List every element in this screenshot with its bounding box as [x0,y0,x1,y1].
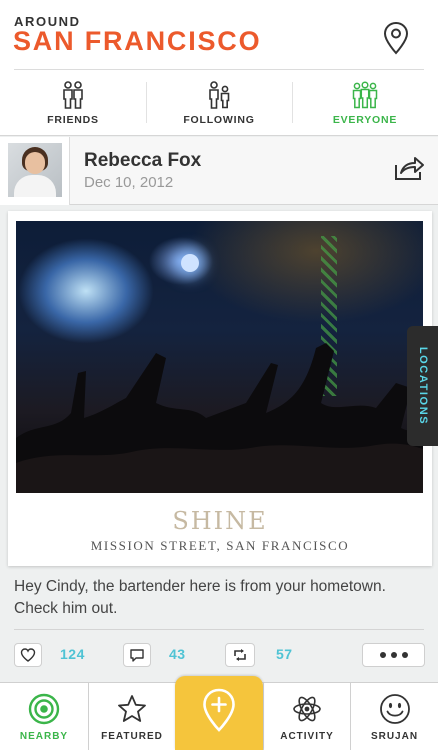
concert-photo [16,221,423,493]
author-name[interactable]: Rebecca Fox [84,150,201,172]
nav-activity-label: ACTIVITY [280,731,334,742]
share-icon[interactable] [393,154,425,182]
nav-profile-label: SRUJAN [370,731,419,742]
atom-icon [293,696,321,722]
nav-activity[interactable]: ACTIVITY [263,683,350,750]
friends-icon [63,81,83,109]
crowd-silhouette [16,343,423,493]
nav-profile[interactable]: SRUJAN [350,683,438,750]
comment-button[interactable] [123,643,151,667]
like-count: 124 [60,646,85,662]
nav-nearby[interactable]: NEARBY [0,683,88,750]
app-header: AROUND SAN FRANCISCO [0,0,438,70]
heart-icon [20,648,36,662]
post-message: Hey Cindy, the bartender here is from yo… [14,578,386,617]
post-date: Dec 10, 2012 [84,174,174,191]
everyone-icon [352,81,378,109]
tab-everyone[interactable]: EVERYONE [292,70,438,135]
tab-following[interactable]: FOLLOWING [146,70,292,135]
add-pin-icon [203,688,235,732]
post-card[interactable]: SHINE MISSION STREET, SAN FRANCISCO [8,211,432,566]
following-icon [209,81,230,109]
nav-nearby-label: NEARBY [19,731,69,742]
star-icon [118,695,146,722]
smiley-icon [379,694,410,724]
like-button[interactable] [14,643,42,667]
locations-side-tab[interactable]: LOCATIONS [407,326,438,446]
repost-count: 57 [276,646,293,662]
repost-button[interactable] [225,643,255,667]
avatar[interactable] [8,143,62,197]
nav-featured[interactable]: FEATURED [88,683,175,750]
tab-friends-label: FRIENDS [47,114,99,126]
comment-icon [130,649,144,662]
repost-icon [234,649,246,661]
comment-count: 43 [169,646,186,662]
more-options-button[interactable] [362,643,425,667]
more-dot-icon [401,652,408,658]
tab-friends[interactable]: FRIENDS [0,70,146,135]
more-dot-icon [390,652,397,658]
city-title[interactable]: SAN FRANCISCO [13,26,261,57]
nav-featured-label: FEATURED [101,731,163,742]
place-name[interactable]: SHINE [8,507,432,535]
avatar-frame [0,137,70,205]
post-author-row: Rebecca Fox Dec 10, 2012 [0,137,438,205]
locations-tab-label: LOCATIONS [416,346,429,426]
place-address: MISSION STREET, SAN FRANCISCO [90,538,350,553]
post-divider [14,629,424,630]
tab-following-label: FOLLOWING [183,114,255,126]
nearby-target-icon [28,693,60,725]
more-dot-icon [379,652,386,658]
feed-filter-tabs: FRIENDS FOLLOWING EVERYONE [0,70,438,136]
tab-everyone-label: EVERYONE [332,114,398,126]
map-pin-icon[interactable] [382,21,410,55]
add-post-button[interactable] [175,676,263,750]
